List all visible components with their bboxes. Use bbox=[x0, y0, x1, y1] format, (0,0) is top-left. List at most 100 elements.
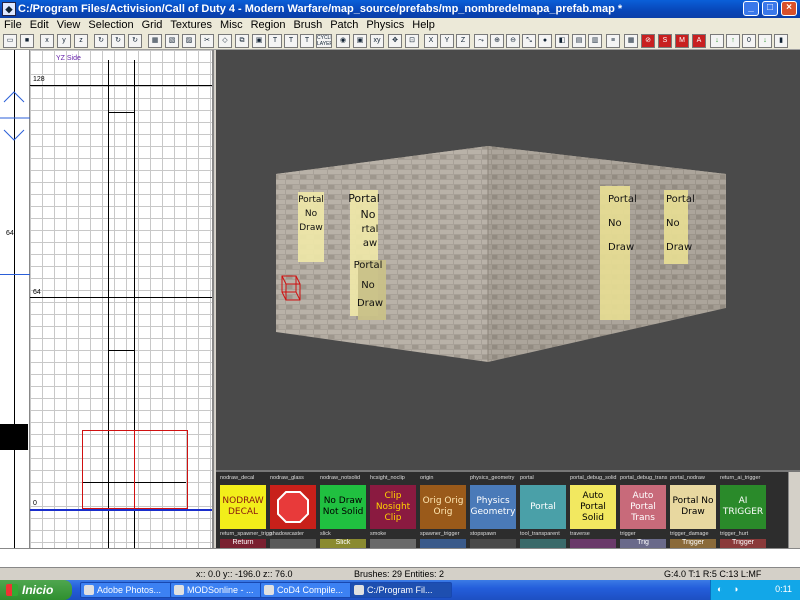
no-entry-icon[interactable]: ⊘ bbox=[641, 34, 655, 48]
flip-x-icon[interactable]: x bbox=[40, 34, 54, 48]
patch-delete-icon[interactable]: ⊖ bbox=[506, 34, 520, 48]
texture-tile-nodraw_decal[interactable]: NODRAW DECAL bbox=[220, 485, 266, 529]
texture-tile-row2[interactable]: Trigger bbox=[670, 539, 716, 548]
console-input[interactable] bbox=[0, 548, 800, 568]
vertical-ruler[interactable]: 64 bbox=[0, 50, 30, 548]
axis-x-icon[interactable]: X bbox=[424, 34, 438, 48]
close-button[interactable]: × bbox=[781, 1, 797, 16]
counter-zero[interactable]: 0 bbox=[742, 34, 756, 48]
select-icon[interactable]: ◇ bbox=[218, 34, 232, 48]
axis-z-icon[interactable]: Z bbox=[456, 34, 470, 48]
menu-grid[interactable]: Grid bbox=[138, 18, 167, 32]
patch-bend-icon[interactable]: ⤳ bbox=[474, 34, 488, 48]
rotate-y-icon[interactable]: ↻ bbox=[111, 34, 125, 48]
menu-view[interactable]: View bbox=[53, 18, 85, 32]
menu-region[interactable]: Region bbox=[247, 18, 290, 32]
patch-insert-icon[interactable]: ⊕ bbox=[490, 34, 504, 48]
entity-icon[interactable]: ◧ bbox=[555, 34, 569, 48]
rotate-z-icon[interactable]: ↻ bbox=[128, 34, 142, 48]
texture-tile-row2[interactable] bbox=[370, 539, 416, 548]
badge-m-button[interactable]: M bbox=[675, 34, 689, 48]
csg-merge-icon[interactable]: ▨ bbox=[182, 34, 196, 48]
texture-tile-row2[interactable]: Trig bbox=[620, 539, 666, 548]
grid-view-yz[interactable]: YZ Side 128 64 0 bbox=[30, 50, 214, 548]
texture-tile-nodraw_notsolid[interactable]: No Draw Not Solid bbox=[320, 485, 366, 529]
texture-label: Auto Portal Trans bbox=[630, 490, 656, 523]
texture-tile-row2[interactable] bbox=[270, 539, 316, 548]
texture-browser[interactable]: nodraw_decal NODRAW DECAL nodraw_glass nodr… bbox=[216, 470, 800, 548]
task-radiant[interactable]: C:/Program Fil... bbox=[350, 582, 452, 598]
drag-vertices-icon[interactable]: ▣ bbox=[252, 34, 266, 48]
camera-icon[interactable]: ◉ bbox=[336, 34, 350, 48]
texture-tile-return_ai_trigger[interactable]: AI TRIGGER bbox=[720, 485, 766, 529]
save-icon[interactable]: ■ bbox=[20, 34, 34, 48]
arrow-down-icon[interactable]: ↓ bbox=[710, 34, 724, 48]
minimize-button[interactable]: _ bbox=[743, 1, 759, 16]
texture-tile-nodraw_glass[interactable] bbox=[270, 485, 316, 529]
task-photoshop[interactable]: Adobe Photos... bbox=[80, 582, 182, 598]
volume-icon[interactable]: ◐ bbox=[717, 584, 722, 594]
menu-file[interactable]: File bbox=[0, 18, 26, 32]
axis-y-icon[interactable]: Y bbox=[440, 34, 454, 48]
badge-a-button[interactable]: A bbox=[692, 34, 706, 48]
menu-edit[interactable]: Edit bbox=[26, 18, 53, 32]
maximize-button[interactable]: □ bbox=[762, 1, 778, 16]
clipper-icon[interactable]: ✂ bbox=[200, 34, 214, 48]
texture-tile-row2[interactable]: Return bbox=[220, 539, 266, 548]
menu-patch[interactable]: Patch bbox=[326, 18, 362, 32]
open-icon[interactable]: ▭ bbox=[3, 34, 17, 48]
layers-icon[interactable]: ▥ bbox=[588, 34, 602, 48]
texture-name-origin: origin bbox=[420, 475, 434, 481]
menu-selection[interactable]: Selection bbox=[84, 18, 137, 32]
menu-misc[interactable]: Misc bbox=[216, 18, 247, 32]
paint-icon[interactable]: ▦ bbox=[624, 34, 638, 48]
patch-redisperse-icon[interactable]: ⤡ bbox=[522, 34, 536, 48]
texture-tile-row2[interactable]: Slick bbox=[320, 539, 366, 548]
texture-scale-icon[interactable]: T bbox=[284, 34, 298, 48]
texture-tile-portal_nodraw[interactable]: Portal No Draw bbox=[670, 485, 716, 529]
menu-help[interactable]: Help bbox=[408, 18, 439, 32]
texture-tile-portal[interactable]: Portal bbox=[520, 485, 566, 529]
texture-tile-hcsight_noclip[interactable]: Clip Nosight Clip bbox=[370, 485, 416, 529]
zoom-icon[interactable]: ⊡ bbox=[405, 34, 419, 48]
texture-tile-row2[interactable] bbox=[520, 539, 566, 548]
texture-tile-physics_geometry[interactable]: Physics Geometry bbox=[470, 485, 516, 529]
menu-physics[interactable]: Physics bbox=[362, 18, 408, 32]
menu-textures[interactable]: Textures bbox=[166, 18, 216, 32]
texture-tile-portal_debug_trans[interactable]: Auto Portal Trans bbox=[620, 485, 666, 529]
cycle-layer-button[interactable]: CYCLE LAYER bbox=[316, 34, 332, 48]
bars-icon[interactable]: ▮ bbox=[774, 34, 788, 48]
texture-lock-icon[interactable]: T bbox=[268, 34, 282, 48]
texture-tile-row2[interactable] bbox=[420, 539, 466, 548]
task-cod4-compile[interactable]: CoD4 Compile... bbox=[260, 582, 362, 598]
filter-icon[interactable]: ▤ bbox=[572, 34, 586, 48]
menu-brush[interactable]: Brush bbox=[289, 18, 326, 32]
texture-tile-portal_debug_solid[interactable]: Auto Portal Solid bbox=[570, 485, 616, 529]
move-icon[interactable]: ✥ bbox=[388, 34, 402, 48]
cubic-clip-icon[interactable]: ▣ bbox=[353, 34, 367, 48]
arrow-up-icon[interactable]: ↑ bbox=[726, 34, 740, 48]
texture-rotate-icon[interactable]: T bbox=[300, 34, 314, 48]
start-button[interactable]: Inicio bbox=[0, 580, 72, 600]
task-modsonline[interactable]: MODSonline - ... bbox=[170, 582, 272, 598]
badge-s-button[interactable]: S bbox=[658, 34, 672, 48]
network-icon[interactable]: ◑ bbox=[733, 584, 738, 594]
flip-z-icon[interactable]: z bbox=[74, 34, 88, 48]
texture-tile-row2[interactable]: Trigger bbox=[720, 539, 766, 548]
texture-tile-row2[interactable] bbox=[570, 539, 616, 548]
texture-tile-row2[interactable] bbox=[470, 539, 516, 548]
arrow-down-2-icon[interactable]: ↓ bbox=[758, 34, 772, 48]
rotate-x-icon[interactable]: ↻ bbox=[94, 34, 108, 48]
stats-icon[interactable]: ≡ bbox=[606, 34, 620, 48]
texture-tile-origin[interactable]: Orig Orig Orig bbox=[420, 485, 466, 529]
texture-scrollbar[interactable] bbox=[788, 472, 800, 548]
drag-edges-icon[interactable]: ⧉ bbox=[235, 34, 249, 48]
csg-hollow-icon[interactable]: ▦ bbox=[148, 34, 162, 48]
light-icon[interactable]: ● bbox=[538, 34, 552, 48]
csg-subtract-icon[interactable]: ▧ bbox=[165, 34, 179, 48]
decal-word: Portal bbox=[354, 260, 383, 271]
menu-bar: File Edit View Selection Grid Textures Misc Reg… bbox=[0, 18, 800, 32]
camera-3d-viewport[interactable]: Portal No Draw Portal No rtal aw Portal … bbox=[216, 50, 800, 470]
flip-y-icon[interactable]: y bbox=[57, 34, 71, 48]
view-axis-icon[interactable]: xy bbox=[370, 34, 384, 48]
